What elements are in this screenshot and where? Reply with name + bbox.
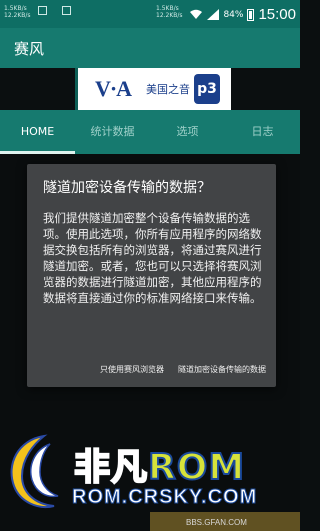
action-bar: 赛风 — [0, 28, 300, 68]
wifi-icon — [190, 9, 203, 19]
dialog-message: 我们提供隧道加密整个设备传输数据的选项。使用此选项，你所有应用程序的网络数据交换… — [43, 211, 262, 305]
tab-statistics[interactable]: 统计数据 — [75, 110, 150, 154]
status-bar: 1.5KB/s 12.2KB/s 1.5KB/s 12.2KB/s 84% 15… — [0, 0, 300, 28]
upload-speed: 1.5KB/s — [4, 5, 27, 12]
clock: 15:00 — [258, 6, 296, 23]
voa-logo: V·A — [94, 76, 132, 101]
tab-options[interactable]: 选项 — [150, 110, 225, 154]
download-speed: 12.2KB/s — [4, 12, 31, 19]
tab-bar: HOME 统计数据 选项 日志 — [0, 110, 300, 154]
tab-log[interactable]: 日志 — [225, 110, 300, 154]
app-notification-icon — [62, 6, 71, 15]
network-speed-mid: 1.5KB/s 12.2KB/s — [156, 5, 183, 19]
status-right-group: 84% 15:00 — [189, 6, 296, 23]
battery-percent: 84% — [223, 9, 244, 20]
upload-speed-2: 1.5KB/s — [156, 5, 179, 12]
tunnel-whole-device-button[interactable]: 隧道加密设备传输的数据 — [178, 364, 266, 375]
swirl-logo-icon — [10, 434, 59, 508]
watermark-brand-left: 非凡 — [73, 446, 149, 489]
watermark-site: ROM.CRSKY.COM — [71, 486, 258, 509]
network-speed-left: 1.5KB/s 12.2KB/s — [4, 5, 31, 19]
battery-icon — [247, 8, 255, 21]
download-speed-2: 12.2KB/s — [156, 12, 183, 19]
p3-badge: p3 — [194, 74, 220, 104]
ad-banner[interactable]: V·A 美国之音 p3 — [75, 68, 231, 110]
watermark: 非凡ROM ROM.CRSKY.COM BBS.GFAN.COM — [0, 430, 300, 531]
dialog-buttons: 只使用赛风浏览器 隧道加密设备传输的数据 — [100, 364, 266, 375]
watermark-brand: 非凡ROM — [73, 438, 246, 490]
tab-home[interactable]: HOME — [0, 110, 75, 154]
watermark-bbs: BBS.GFAN.COM — [186, 518, 247, 527]
watermark-brand-rom: ROM — [147, 446, 246, 489]
tunnel-dialog: 隧道加密设备传输的数据？ 我们提供隧道加密整个设备传输数据的选项。使用此选项，你… — [27, 164, 276, 387]
browser-only-button[interactable]: 只使用赛风浏览器 — [100, 364, 164, 375]
signal-icon — [207, 9, 220, 20]
app-title: 赛风 — [14, 40, 45, 58]
dialog-title: 隧道加密设备传输的数据？ — [43, 180, 211, 196]
ad-text: 美国之音 — [146, 83, 190, 96]
notification-icon — [38, 6, 47, 15]
